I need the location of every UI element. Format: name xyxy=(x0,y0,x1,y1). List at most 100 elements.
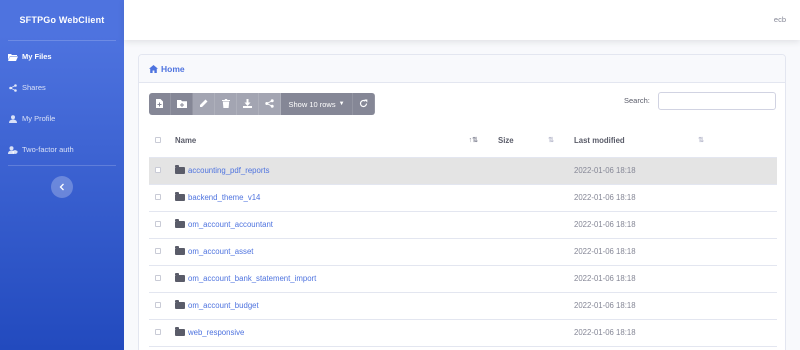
modified-cell: 2022-01-06 18:18 xyxy=(564,238,714,266)
size-cell xyxy=(488,292,564,320)
row-checkbox[interactable] xyxy=(155,275,161,281)
user-icon xyxy=(8,114,18,124)
empty-cell xyxy=(714,157,777,185)
refresh-icon xyxy=(359,95,368,113)
size-cell xyxy=(488,265,564,293)
row-select-cell[interactable] xyxy=(149,265,165,293)
sort-icon: ⇅ xyxy=(548,137,554,144)
row-select-cell[interactable] xyxy=(149,292,165,320)
row-select-cell[interactable] xyxy=(149,184,165,212)
file-link[interactable]: om_account_bank_statement_import xyxy=(175,272,317,283)
sidebar-toggle-button[interactable] xyxy=(51,176,73,198)
file-link[interactable]: om_account_budget xyxy=(175,299,259,310)
folder-icon xyxy=(175,272,185,282)
share-button[interactable] xyxy=(259,93,281,115)
file-link[interactable]: om_account_asset xyxy=(175,245,253,256)
table-row[interactable]: accounting_pdf_reports 2022-01-06 18:18 xyxy=(149,157,777,185)
empty-cell xyxy=(714,292,777,320)
empty-cell xyxy=(714,319,777,347)
row-select-cell[interactable] xyxy=(149,319,165,347)
modified-cell: 2022-01-06 18:18 xyxy=(564,184,714,212)
sidebar-item-two-factor-auth[interactable]: Two-factor auth xyxy=(0,134,124,165)
name-cell: om_account_asset xyxy=(165,238,488,266)
row-checkbox[interactable] xyxy=(155,302,161,308)
file-name: om_account_bank_statement_import xyxy=(188,273,317,283)
file-name: web_responsive xyxy=(188,327,245,337)
row-checkbox[interactable] xyxy=(155,194,161,200)
modified-cell: 2022-01-06 18:18 xyxy=(564,265,714,293)
file-link[interactable]: backend_theme_v14 xyxy=(175,191,261,202)
size-column-header[interactable]: Size ⇅ xyxy=(488,125,564,158)
rename-button[interactable] xyxy=(193,93,215,115)
file-toolbar: Show 10 rows ▼ xyxy=(149,93,375,115)
name-cell: accounting_pdf_reports xyxy=(165,157,488,185)
select-all-checkbox[interactable] xyxy=(155,137,161,144)
chevron-left-icon xyxy=(59,178,65,196)
size-cell xyxy=(488,211,564,239)
select-all-header[interactable] xyxy=(149,125,165,158)
caret-down-icon: ▼ xyxy=(338,101,345,107)
sidebar-item-my-files[interactable]: My Files xyxy=(0,41,124,72)
name-cell: om_account_bank_statement_import xyxy=(165,265,488,293)
modified-cell: 2022-01-06 18:18 xyxy=(564,211,714,239)
row-select-cell[interactable] xyxy=(149,238,165,266)
file-table: Name ↑⇅ Size ⇅ Last modified ⇅ accountin… xyxy=(149,125,777,347)
breadcrumb-home-link[interactable]: Home xyxy=(161,64,185,74)
name-cell: om_account_budget xyxy=(165,292,488,320)
username-menu[interactable]: ecb xyxy=(774,15,786,24)
empty-cell xyxy=(714,265,777,293)
sidebar-item-label: Shares xyxy=(22,83,46,92)
search-input[interactable] xyxy=(658,92,776,110)
table-row[interactable]: om_account_accountant 2022-01-06 18:18 xyxy=(149,211,777,239)
empty-cell xyxy=(714,238,777,266)
empty-cell xyxy=(714,211,777,239)
sidebar-item-my-profile[interactable]: My Profile xyxy=(0,103,124,134)
sidebar-item-shares[interactable]: Shares xyxy=(0,72,124,103)
table-row[interactable]: backend_theme_v14 2022-01-06 18:18 xyxy=(149,184,777,212)
new-folder-button[interactable] xyxy=(171,93,193,115)
page-length-dropdown[interactable]: Show 10 rows ▼ xyxy=(281,93,353,115)
row-select-cell[interactable] xyxy=(149,157,165,185)
file-name: backend_theme_v14 xyxy=(188,192,261,202)
new-file-icon xyxy=(156,95,163,113)
modified-column-header[interactable]: Last modified ⇅ xyxy=(564,125,714,158)
row-checkbox[interactable] xyxy=(155,329,161,335)
row-select-cell[interactable] xyxy=(149,211,165,239)
file-link[interactable]: accounting_pdf_reports xyxy=(175,164,270,175)
name-cell: web_responsive xyxy=(165,319,488,347)
name-cell: om_account_accountant xyxy=(165,211,488,239)
file-link[interactable]: om_account_accountant xyxy=(175,218,273,229)
sort-icon: ⇅ xyxy=(698,137,704,144)
row-checkbox[interactable] xyxy=(155,248,161,254)
download-button[interactable] xyxy=(237,93,259,115)
file-link[interactable]: web_responsive xyxy=(175,326,245,337)
folder-icon xyxy=(175,326,185,336)
new-file-button[interactable] xyxy=(149,93,171,115)
table-row[interactable]: om_account_asset 2022-01-06 18:18 xyxy=(149,238,777,266)
new-folder-icon xyxy=(176,95,187,113)
folder-icon xyxy=(175,164,185,174)
file-name: om_account_accountant xyxy=(188,219,273,229)
delete-button[interactable] xyxy=(215,93,237,115)
sidebar: SFTPGo WebClient My Files Shares My Prof… xyxy=(0,0,124,350)
brand-title[interactable]: SFTPGo WebClient xyxy=(0,0,124,40)
row-checkbox[interactable] xyxy=(155,167,161,173)
breadcrumb: Home xyxy=(139,55,785,83)
delete-icon xyxy=(221,95,230,113)
page-length-label: Show 10 rows xyxy=(288,99,336,109)
empty-cell xyxy=(714,184,777,212)
sort-asc-icon: ↑⇅ xyxy=(468,137,478,144)
table-row[interactable]: om_account_bank_statement_import 2022-01-… xyxy=(149,265,777,293)
home-icon xyxy=(149,64,158,73)
table-row[interactable]: web_responsive 2022-01-06 18:18 xyxy=(149,319,777,347)
user-shield-icon xyxy=(8,145,18,155)
sidebar-item-label: My Files xyxy=(22,52,52,61)
name-cell: backend_theme_v14 xyxy=(165,184,488,212)
rename-icon xyxy=(199,95,208,113)
download-icon xyxy=(243,95,252,113)
table-row[interactable]: om_account_budget 2022-01-06 18:18 xyxy=(149,292,777,320)
name-column-header[interactable]: Name ↑⇅ xyxy=(165,125,488,158)
refresh-button[interactable] xyxy=(353,93,375,115)
row-checkbox[interactable] xyxy=(155,221,161,227)
share-icon xyxy=(265,95,274,113)
